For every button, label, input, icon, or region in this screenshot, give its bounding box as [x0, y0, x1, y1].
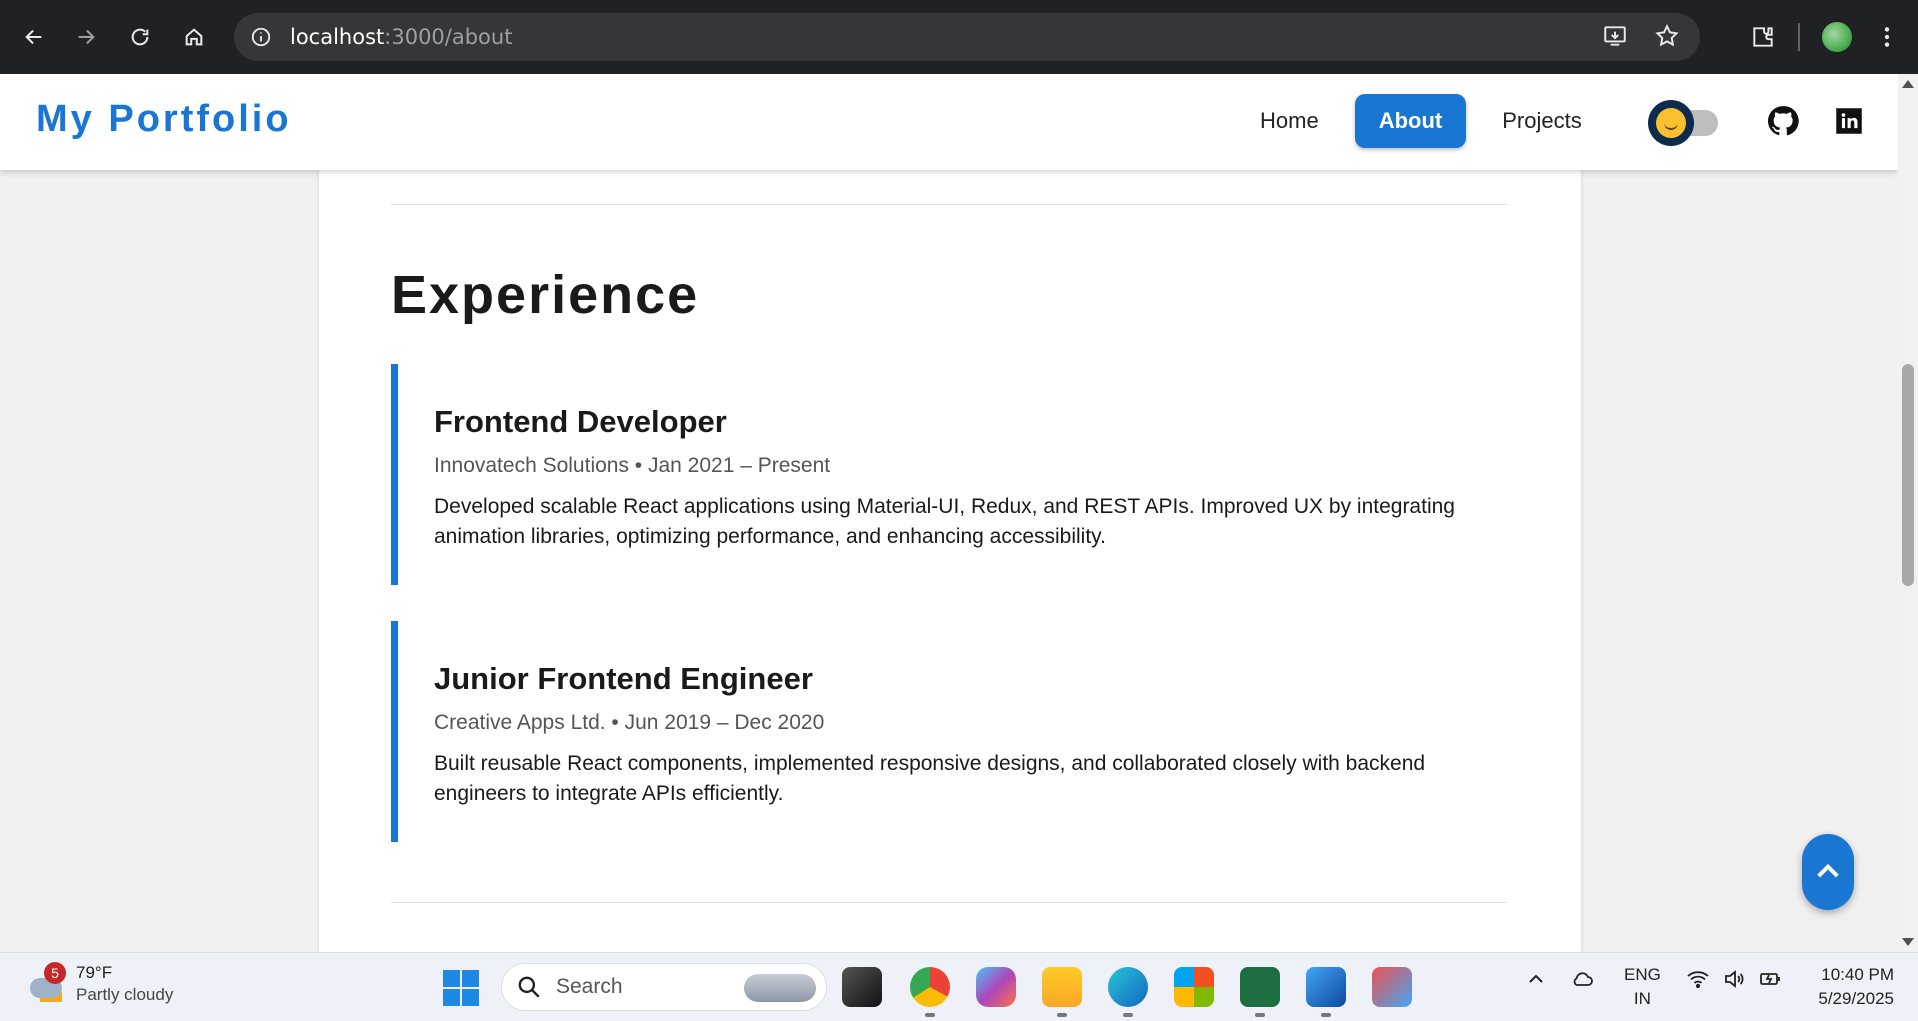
reload-icon[interactable] [120, 17, 160, 57]
weather-temperature: 79°F [76, 963, 113, 982]
experience-item: Junior Frontend Engineer Creative Apps L… [391, 621, 1507, 842]
page-scrollbar[interactable] [1898, 74, 1918, 952]
scroll-up-arrow[interactable] [1902, 80, 1914, 88]
experience-meta: Creative Apps Ltd. • Jun 2019 – Dec 2020 [434, 711, 825, 734]
bookmark-star-icon[interactable] [1654, 23, 1680, 49]
theme-toggle[interactable] [1648, 100, 1720, 146]
brand-logo[interactable]: My Portfolio [36, 98, 292, 141]
more-menu-icon[interactable] [1874, 24, 1900, 50]
github-icon[interactable] [1766, 104, 1800, 138]
file-explorer-icon[interactable] [1042, 967, 1082, 1007]
copilot-icon[interactable] [976, 967, 1016, 1007]
page-viewport: Experience Frontend Developer Innovatech… [0, 74, 1898, 952]
main-nav: Home About Projects [1236, 94, 1606, 148]
windows-taskbar: 5 79°F Partly cloudy Search ENG IN 10:40… [0, 952, 1918, 1021]
start-button[interactable] [443, 970, 479, 1006]
linkedin-icon[interactable] [1832, 104, 1866, 138]
snipping-tool-icon[interactable] [1372, 967, 1412, 1007]
volume-icon[interactable] [1722, 967, 1746, 996]
scroll-to-top-button[interactable] [1802, 834, 1854, 910]
install-app-icon[interactable] [1602, 23, 1628, 49]
site-info-icon[interactable] [250, 26, 272, 48]
vscode-icon[interactable] [1306, 967, 1346, 1007]
nav-projects[interactable]: Projects [1478, 94, 1605, 148]
experience-description: Developed scalable React applications us… [434, 495, 1455, 548]
url-text: localhost:3000/about [290, 25, 513, 49]
home-icon[interactable] [174, 17, 214, 57]
scroll-down-arrow[interactable] [1902, 938, 1914, 946]
search-highlight-image [744, 974, 816, 1002]
content-card: Experience Frontend Developer Innovatech… [319, 74, 1581, 952]
input-language[interactable]: ENG IN [1624, 963, 1661, 1011]
experience-role: Junior Frontend Engineer [434, 661, 813, 696]
wifi-icon[interactable] [1686, 967, 1710, 996]
search-label: Search [556, 975, 623, 998]
system-clock[interactable]: 10:40 PM 5/29/2025 [1818, 963, 1894, 1011]
taskbar-search[interactable]: Search [501, 963, 827, 1011]
clock-time: 10:40 PM [1821, 965, 1894, 984]
profile-avatar[interactable] [1822, 22, 1852, 52]
experience-description: Built reusable React components, impleme… [434, 752, 1426, 805]
store-icon[interactable] [1174, 967, 1214, 1007]
section-divider [391, 902, 1507, 903]
sun-icon [1656, 108, 1686, 138]
scrollbar-thumb[interactable] [1902, 364, 1914, 586]
experience-role: Frontend Developer [434, 404, 727, 439]
chevron-up-tray-icon[interactable] [1524, 967, 1548, 996]
extensions-icon[interactable] [1750, 24, 1776, 50]
chrome-icon[interactable] [910, 967, 950, 1007]
search-icon [518, 976, 540, 998]
section-divider [391, 204, 1507, 205]
weather-condition: Partly cloudy [76, 985, 174, 1004]
experience-heading: Experience [391, 265, 700, 325]
forward-icon[interactable] [66, 17, 106, 57]
onedrive-icon[interactable] [1570, 967, 1594, 996]
back-icon[interactable] [14, 17, 54, 57]
experience-meta: Innovatech Solutions • Jan 2021 – Presen… [434, 454, 831, 477]
clock-date: 5/29/2025 [1818, 989, 1894, 1008]
chevron-up-icon [1817, 863, 1839, 878]
nav-about[interactable]: About [1354, 94, 1467, 148]
experience-item: Frontend Developer Innovatech Solutions … [391, 364, 1507, 585]
excel-icon[interactable] [1240, 967, 1280, 1007]
nav-home[interactable]: Home [1236, 94, 1343, 148]
app-header: My Portfolio Home About Projects [0, 74, 1898, 170]
address-bar[interactable]: localhost:3000/about [234, 13, 1700, 61]
task-view-icon[interactable] [842, 967, 882, 1007]
battery-icon[interactable] [1758, 967, 1782, 996]
weather-widget[interactable]: 5 79°F Partly cloudy [26, 962, 174, 1005]
edge-icon[interactable] [1108, 967, 1148, 1007]
toolbar-divider [1798, 23, 1800, 51]
notification-badge: 5 [44, 962, 66, 984]
partly-cloudy-icon: 5 [26, 962, 66, 1004]
toggle-knob [1648, 100, 1694, 146]
browser-toolbar: localhost:3000/about [0, 0, 1918, 74]
